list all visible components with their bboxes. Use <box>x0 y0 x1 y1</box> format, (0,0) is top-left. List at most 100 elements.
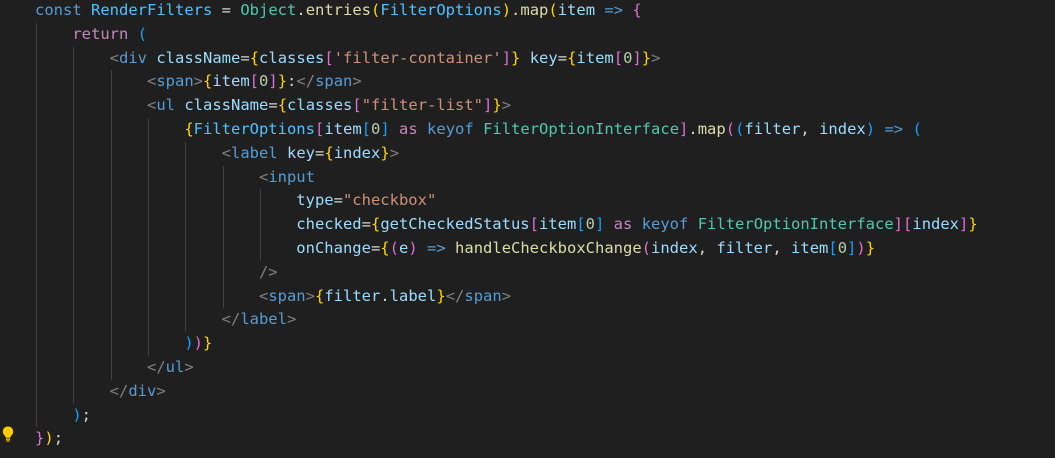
code-token: > <box>651 48 661 67</box>
indent-guide <box>147 260 149 285</box>
indent-guide <box>147 213 149 237</box>
code-token: [ <box>828 238 838 257</box>
code-token: 'filter-container' <box>333 48 502 67</box>
code-token: ul <box>165 357 185 376</box>
indent-guide <box>222 284 224 309</box>
indent-guide <box>36 165 37 190</box>
code-token: } <box>35 429 45 448</box>
code-token: ( <box>725 119 736 138</box>
indent-guide <box>110 284 112 309</box>
code-token: : <box>287 72 297 91</box>
code-line: onChange={(e) => handleCheckboxChange(in… <box>35 236 1055 261</box>
code-token: return <box>72 24 129 43</box>
code-editor[interactable]: const RenderFilters = Object.entries(Fil… <box>0 0 1055 458</box>
code-token: className <box>184 96 269 115</box>
code-token: ] <box>632 48 642 67</box>
lightbulb-icon[interactable] <box>2 426 14 442</box>
code-token: . <box>688 119 698 138</box>
indent-guide <box>110 332 112 356</box>
code-token: </ <box>146 357 166 376</box>
code-area[interactable]: const RenderFilters = Object.entries(Fil… <box>35 0 1055 451</box>
indent-guide <box>185 284 187 309</box>
indent-guide <box>73 379 75 404</box>
indent-guide <box>259 189 261 214</box>
code-token: [ <box>903 215 913 234</box>
code-token: { <box>380 238 390 257</box>
code-token: [ <box>361 119 371 138</box>
indent-guide <box>73 189 75 214</box>
code-token: => <box>884 119 904 138</box>
code-token: 0 <box>837 238 848 257</box>
indent-guide <box>259 213 261 237</box>
indent-guide <box>185 308 187 333</box>
indent-guide <box>36 308 37 333</box>
code-token: => <box>427 238 446 257</box>
indent-guide <box>73 94 75 118</box>
code-token: type <box>296 191 334 210</box>
indent-guide <box>36 94 37 118</box>
code-token: { <box>203 72 213 91</box>
code-token: ( <box>371 1 381 19</box>
indent-guide <box>110 260 112 285</box>
code-token: [ <box>249 72 260 91</box>
code-token: </ <box>109 381 129 400</box>
code-line: const RenderFilters = Object.entries(Fil… <box>35 0 1055 23</box>
indent-guide <box>36 403 37 428</box>
code-token: [ <box>352 96 362 115</box>
code-token: = <box>212 1 241 19</box>
code-line: <span>{filter.label}</span> <box>35 284 1055 309</box>
indent-guide <box>110 117 112 142</box>
indent-guide <box>185 165 187 190</box>
code-token: filter <box>716 238 773 257</box>
code-token: , <box>697 238 717 257</box>
code-token: span <box>315 72 353 91</box>
code-token: handleCheckboxChange <box>455 238 642 257</box>
code-token: ) <box>501 1 512 19</box>
code-token: ] <box>959 215 969 234</box>
code-token: item <box>791 238 829 257</box>
code-line: <ul className={classes["filter-list"]}> <box>35 94 1055 118</box>
indent-guide <box>147 236 149 261</box>
code-token: { <box>314 286 325 305</box>
code-token: = <box>268 96 278 115</box>
code-token: = <box>557 48 568 67</box>
code-line: return ( <box>35 22 1055 47</box>
code-line: {FilterOptions[item[0] as keyof FilterOp… <box>35 117 1055 142</box>
indent-guide <box>36 332 37 356</box>
code-line: }); <box>35 427 1055 451</box>
indent-guide <box>36 236 37 261</box>
indent-guide <box>73 141 75 166</box>
code-token: key <box>529 48 558 67</box>
code-token: onChange <box>296 238 371 257</box>
indent-guide <box>222 236 224 261</box>
code-token: } <box>511 48 521 67</box>
code-line: </label> <box>35 308 1055 333</box>
code-token: 0 <box>371 119 381 138</box>
code-line: <span>{item[0]}:</span> <box>35 70 1055 95</box>
indent-guide <box>73 308 75 333</box>
code-token: ( <box>912 119 922 138</box>
code-token: </ <box>445 286 465 305</box>
code-token: checked <box>296 215 362 234</box>
code-token: index <box>333 143 381 162</box>
code-token: [ <box>613 48 624 67</box>
indent-guide <box>110 141 112 166</box>
code-token: getCheckedStatus <box>380 215 530 234</box>
code-token: item <box>576 48 614 67</box>
indent-guide <box>73 260 75 285</box>
code-token: </ <box>296 72 316 91</box>
code-token: ( <box>735 119 745 138</box>
code-token: entries <box>305 1 372 19</box>
indent-guide <box>73 165 75 190</box>
code-token: FilterOptionInterface <box>697 215 894 234</box>
